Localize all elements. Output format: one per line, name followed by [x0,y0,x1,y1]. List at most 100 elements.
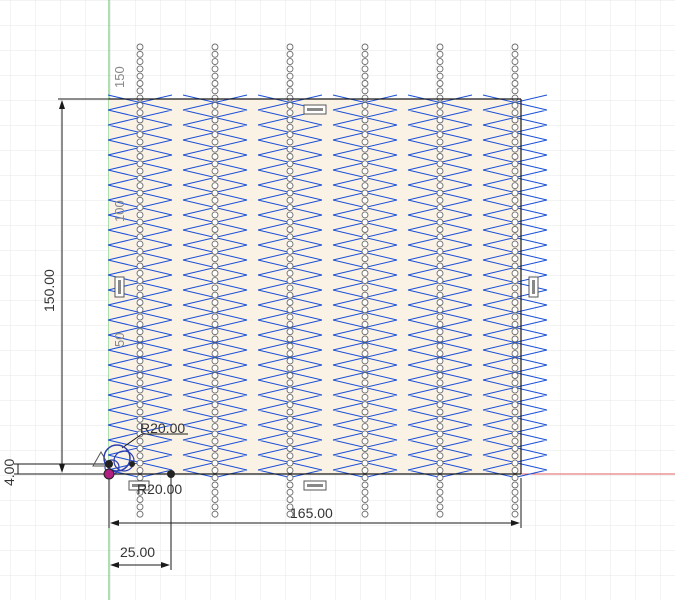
sketch-point[interactable] [361,189,369,197]
sketch-point[interactable] [361,320,369,328]
sketch-point[interactable] [361,240,369,248]
sketch-point[interactable] [511,401,519,409]
sketch-point[interactable] [211,109,219,117]
sketch-point[interactable] [136,350,144,358]
sketch-point[interactable] [511,466,519,474]
sketch-point[interactable] [211,291,219,299]
sketch-point[interactable] [511,145,519,153]
sketch-point[interactable] [361,291,369,299]
sketch-point[interactable] [286,255,294,263]
sketch-point[interactable] [211,503,219,511]
sketch-point[interactable] [436,50,444,58]
sketch-point[interactable] [436,196,444,204]
sketch-point[interactable] [436,123,444,131]
sketch-point[interactable] [511,437,519,445]
sketch-point[interactable] [361,350,369,358]
sketch-point[interactable] [361,43,369,51]
sketch-point[interactable] [511,218,519,226]
sketch-point[interactable] [211,320,219,328]
sketch-point[interactable] [136,50,144,58]
sketch-point[interactable] [511,335,519,343]
sketch-point[interactable] [136,379,144,387]
sketch-point[interactable] [286,269,294,277]
sketch-point[interactable] [286,131,294,139]
sketch-point[interactable] [286,466,294,474]
sketch-point[interactable] [136,72,144,80]
sketch-point[interactable] [511,350,519,358]
sketch-point[interactable] [136,459,144,467]
horizontal-constraint-icon-bottom[interactable] [303,480,327,491]
sketch-point[interactable] [511,50,519,58]
sketch-point[interactable] [436,306,444,314]
sketch-point[interactable] [286,445,294,452]
sketch-point[interactable] [286,174,294,182]
sketch-point[interactable] [286,408,294,416]
sketch-point[interactable] [211,284,219,292]
sketch-point[interactable] [136,211,144,219]
sketch-point[interactable] [436,284,444,292]
sketch-point[interactable] [211,415,219,423]
sketch-point[interactable] [286,262,294,270]
sketch-point[interactable] [511,174,519,182]
sketch-point[interactable] [286,459,294,467]
sketch-point[interactable] [136,357,144,365]
sketch-point[interactable] [136,510,144,518]
sketch-point[interactable] [511,255,519,263]
sketch-point[interactable] [286,291,294,299]
sketch-point[interactable] [511,131,519,139]
sketch-point[interactable] [136,116,144,124]
sketch-point[interactable] [136,335,144,343]
sketch-point[interactable] [436,167,444,175]
sketch-point[interactable] [211,364,219,372]
sketch-point[interactable] [136,364,144,372]
dimension-width-label[interactable]: 165.00 [290,505,333,521]
sketch-point[interactable] [211,401,219,409]
sketch-point[interactable] [211,174,219,182]
sketch-point[interactable] [211,50,219,58]
sketch-point[interactable] [511,72,519,80]
sketch-point[interactable] [361,87,369,95]
sketch-point[interactable] [361,65,369,73]
sketch-point[interactable] [361,503,369,511]
sketch-point[interactable] [436,379,444,387]
sketch-point[interactable] [136,204,144,212]
sketch-point[interactable] [211,269,219,277]
sketch-point[interactable] [136,306,144,314]
sketch-point[interactable] [361,364,369,372]
sketch-point[interactable] [211,423,219,431]
sketch-point[interactable] [436,320,444,328]
sketch-point[interactable] [286,277,294,285]
sketch-point[interactable] [211,342,219,350]
dimension-radius-top-label[interactable]: R20.00 [140,420,185,436]
sketch-point[interactable] [511,160,519,168]
sketch-point[interactable] [136,313,144,321]
sketch-point[interactable] [286,299,294,306]
sketch-point[interactable] [286,204,294,212]
sketch-point[interactable] [436,269,444,277]
sketch-point[interactable] [211,466,219,474]
sketch-point[interactable] [361,255,369,263]
sketch-point[interactable] [211,379,219,387]
sketch-point[interactable] [361,496,369,504]
sketch-point[interactable] [136,291,144,299]
sketch-point[interactable] [361,313,369,321]
sketch-point[interactable] [136,58,144,66]
sketch-point[interactable] [211,299,219,306]
sketch-point[interactable] [211,131,219,139]
sketch-point[interactable] [211,306,219,314]
sketch-point[interactable] [136,145,144,153]
sketch-point[interactable] [286,72,294,80]
sketch-point[interactable] [286,167,294,175]
sketch-point[interactable] [436,437,444,445]
sketch-point[interactable] [436,109,444,117]
sketch-point[interactable] [211,277,219,285]
sketch-point[interactable] [286,145,294,153]
sketch-point[interactable] [211,226,219,233]
sketch-point[interactable] [511,262,519,270]
sketch-point[interactable] [286,401,294,409]
sketch-point[interactable] [211,510,219,518]
sketch-point[interactable] [436,474,444,482]
sketch-point[interactable] [436,430,444,438]
sketch-point[interactable] [361,306,369,314]
sketch-point[interactable] [211,94,219,102]
